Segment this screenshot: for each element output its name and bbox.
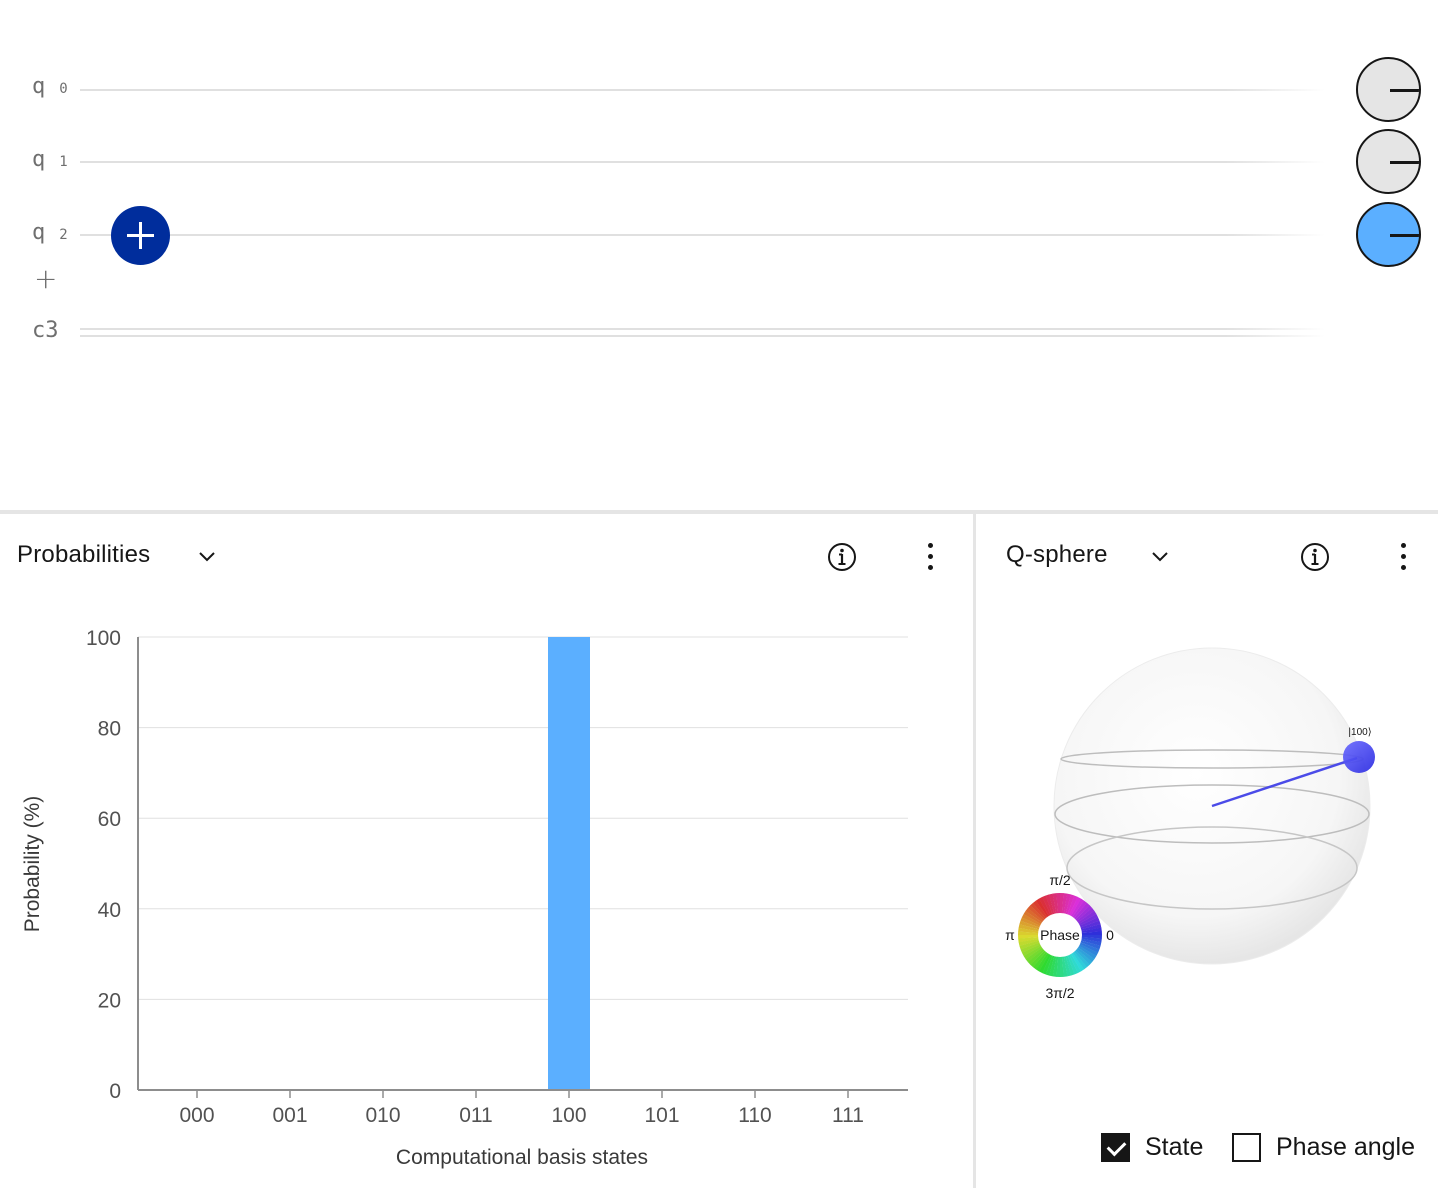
circuit-composer: q0 q1 q2 + c3 [0,0,1438,510]
classical-wire-bottom [80,335,1325,337]
x-tick-label: 110 [738,1104,771,1127]
x-tick-label: 011 [459,1104,492,1127]
horizontal-divider [0,510,1438,514]
y-tick-label: 60 [98,808,121,831]
phase-angle-option[interactable]: Phase angle [1232,1131,1415,1163]
needle-icon [1390,89,1419,92]
y-axis-title: Probability (%) [21,796,44,933]
plus-icon [127,222,154,249]
y-tick-label: 80 [98,718,121,741]
qubit-wire-2[interactable] [80,234,1325,236]
information-icon[interactable] [1300,542,1330,572]
qubit-label-1: q1 [32,147,68,172]
needle-icon [1390,234,1419,237]
x-tick-labels: 000 001 010 011 100 101 110 111 [179,1104,863,1127]
phase-wheel-right: 0 [1106,927,1114,943]
qubit-0-state-indicator [1356,57,1421,122]
phase-wheel-left: π [1005,927,1015,943]
state-checkbox[interactable] [1101,1132,1130,1162]
x-tick-label: 100 [551,1104,586,1127]
state-checkbox-label: State [1145,1132,1204,1161]
x-gate[interactable] [111,206,170,265]
overflow-menu-icon[interactable] [924,543,936,577]
phase-wheel-bottom: 3π/2 [1045,985,1074,1001]
probabilities-chart: 0 20 40 60 80 100 000 001 010 011 100 101 110 111 Co… [21,627,908,1169]
chart-grid [138,636,908,1000]
classical-wire-top [80,328,1325,330]
needle-icon [1390,161,1419,164]
x-tick-label: 010 [365,1104,400,1127]
information-icon[interactable] [827,542,857,572]
overflow-menu-icon[interactable] [1397,543,1409,577]
chevron-down-icon[interactable] [1149,546,1171,568]
y-tick-label: 20 [98,989,121,1012]
probabilities-title: Probabilities [17,541,151,568]
x-tick-label: 001 [272,1104,307,1127]
x-axis-title: Computational basis states [396,1146,648,1169]
add-qubit-button[interactable]: + [34,264,57,294]
state-option[interactable]: State [1101,1131,1203,1163]
qubit-label-0: q0 [32,74,68,99]
chevron-down-icon[interactable] [196,546,218,568]
y-tick-labels: 0 20 40 60 80 100 [86,627,121,1103]
qubit-wire-1[interactable] [80,161,1325,163]
qubit-2-state-indicator [1356,202,1421,267]
y-tick-label: 0 [109,1080,121,1103]
x-tick-label: 101 [644,1104,679,1127]
qsphere-visualization[interactable]: |100⟩ Phase π/2 π 0 3π/2 [976,600,1438,1020]
phase-wheel-center: Phase [1040,927,1080,943]
qubit-wire-0[interactable] [80,89,1325,91]
qubit-1-state-indicator [1356,129,1421,194]
x-tick-label: 000 [179,1104,214,1127]
chart-bars [548,637,590,1090]
classical-register-label: c3 [32,318,59,343]
phase-angle-checkbox-label: Phase angle [1276,1132,1416,1161]
phase-wheel-top: π/2 [1049,872,1071,888]
bar-100[interactable] [548,637,590,1090]
x-tick-label: 111 [832,1104,864,1127]
basis-state-node[interactable] [1343,741,1375,773]
qubit-label-2: q2 [32,220,68,245]
y-tick-label: 100 [86,627,121,650]
phase-angle-checkbox[interactable] [1232,1132,1261,1162]
basis-state-label: |100⟩ [1348,727,1371,738]
qsphere-title: Q-sphere [1006,541,1108,568]
y-tick-label: 40 [98,899,121,922]
chart-axes [137,637,908,1098]
